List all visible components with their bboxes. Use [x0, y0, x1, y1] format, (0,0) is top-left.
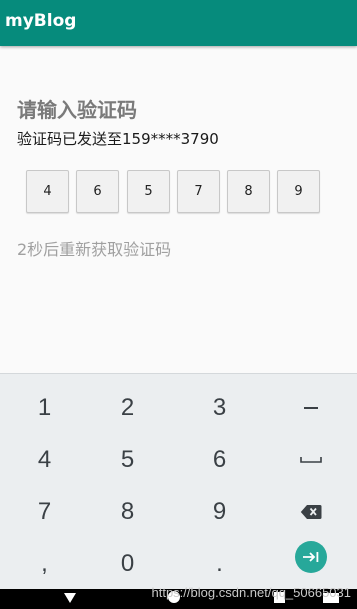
- code-digit-box[interactable]: 5: [127, 170, 170, 213]
- key-space[interactable]: [266, 434, 355, 486]
- app-bar: myBlog: [0, 0, 357, 46]
- watermark-text: https://blog.csdn.net/qq_50665031: [151, 585, 352, 600]
- page-title: 请输入验证码: [17, 98, 137, 122]
- next-button[interactable]: [294, 541, 327, 573]
- key-3[interactable]: 3: [175, 382, 264, 434]
- resend-countdown: 2秒后重新获取验证码: [17, 240, 172, 259]
- app-title: myBlog: [5, 11, 77, 31]
- key-period[interactable]: .: [175, 538, 264, 590]
- code-digit-box[interactable]: 7: [177, 170, 220, 213]
- key-0[interactable]: 0: [83, 538, 172, 590]
- key-minus[interactable]: [266, 382, 355, 434]
- backspace-icon: [300, 505, 321, 519]
- key-8[interactable]: 8: [83, 486, 172, 538]
- numeric-keypad: 1 2 3 4 5 6 7 8 9 , 0 .: [0, 373, 357, 590]
- code-digit-box[interactable]: 9: [277, 170, 320, 213]
- code-digit-box[interactable]: 6: [76, 170, 119, 213]
- code-digit-box[interactable]: 8: [227, 170, 270, 213]
- sent-to-text: 验证码已发送至159****3790: [17, 130, 219, 148]
- space-icon: [299, 457, 322, 463]
- key-6[interactable]: 6: [175, 434, 264, 486]
- key-5[interactable]: 5: [83, 434, 172, 486]
- next-key[interactable]: [266, 531, 355, 583]
- key-9[interactable]: 9: [175, 486, 264, 538]
- code-digit-box[interactable]: 4: [26, 170, 69, 213]
- key-comma[interactable]: ,: [0, 538, 89, 590]
- minus-icon: [303, 407, 318, 409]
- back-icon[interactable]: [62, 589, 78, 609]
- key-4[interactable]: 4: [0, 434, 89, 486]
- key-7[interactable]: 7: [0, 486, 89, 538]
- key-2[interactable]: 2: [83, 382, 172, 434]
- tab-next-icon: [302, 552, 318, 562]
- key-1[interactable]: 1: [0, 382, 89, 434]
